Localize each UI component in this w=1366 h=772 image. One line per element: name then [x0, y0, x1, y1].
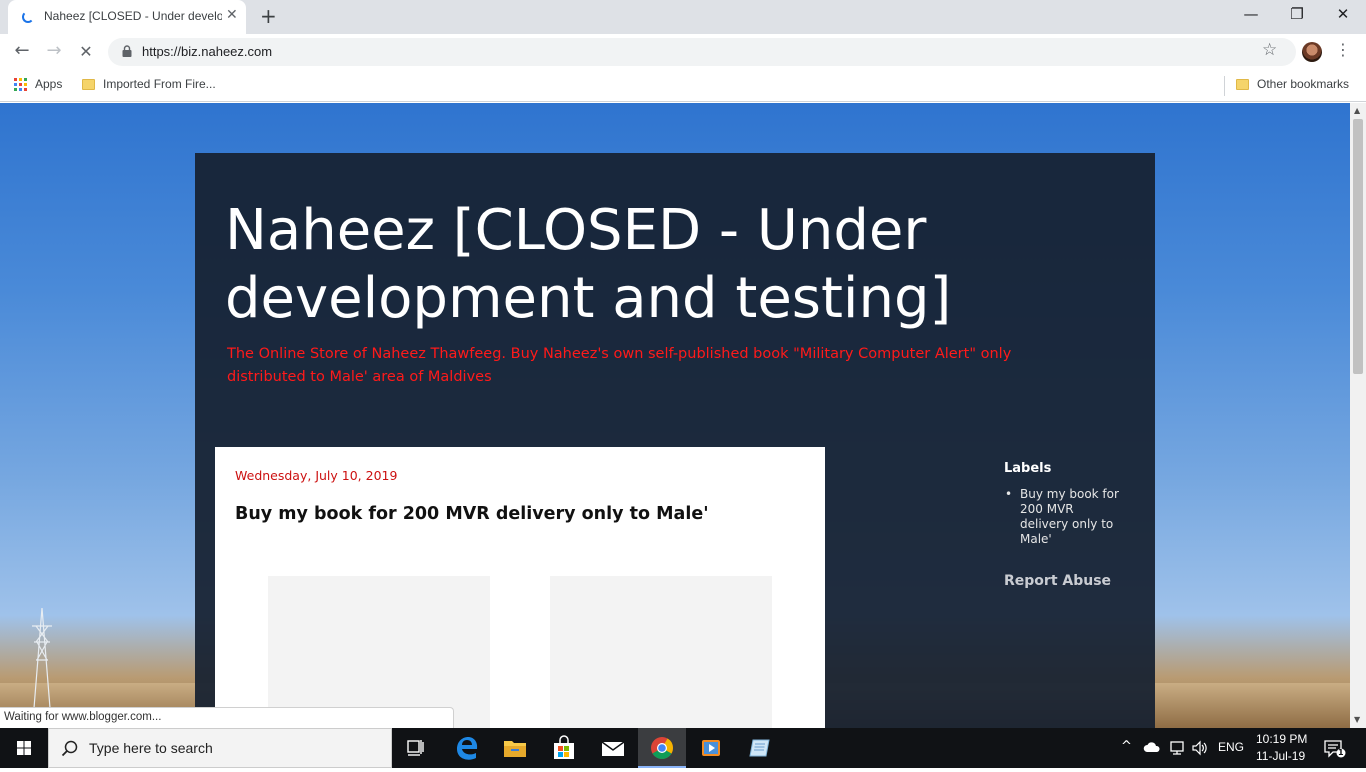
notification-count-badge: 1: [1338, 748, 1344, 757]
browser-toolbar: ← → ✕ https://biz.naheez.com: [0, 34, 1366, 70]
blog-container: Naheez [CLOSED - Under development and t…: [195, 153, 1155, 728]
mail-button[interactable]: [589, 728, 637, 768]
blog-title[interactable]: Naheez [CLOSED - Under development and t…: [225, 197, 985, 333]
edge-taskbar-button[interactable]: [443, 728, 491, 768]
report-abuse-link[interactable]: Report Abuse: [1004, 573, 1111, 589]
chrome-icon: [651, 737, 673, 759]
tab-title: Naheez [CLOSED - Under develop: [44, 9, 222, 23]
media-player-button[interactable]: [687, 728, 735, 768]
tab-close-icon[interactable]: ✕: [226, 7, 238, 23]
task-view-button[interactable]: [392, 728, 440, 768]
bookmark-star-icon[interactable]: ☆: [1262, 40, 1277, 60]
windows-logo-icon: [17, 741, 31, 755]
labels-list: Buy my book for 200 MVR delivery only to…: [1004, 487, 1124, 547]
folder-icon: [82, 79, 95, 91]
chrome-menu-icon[interactable]: ⋮: [1335, 40, 1351, 59]
tab-strip: Naheez [CLOSED - Under develop ✕ + — ❐ ✕: [0, 0, 1366, 34]
bookmark-apps[interactable]: Apps: [14, 77, 63, 92]
notepad-icon: [749, 739, 770, 757]
bookmark-apps-label: Apps: [35, 77, 63, 91]
folder-icon: [504, 741, 526, 757]
post-image-placeholder[interactable]: [550, 576, 772, 728]
scroll-up-arrow-icon[interactable]: ▲: [1354, 106, 1360, 115]
address-bar[interactable]: https://biz.naheez.com: [108, 38, 1296, 66]
page-viewport: Naheez [CLOSED - Under development and t…: [0, 103, 1350, 728]
close-window-button[interactable]: ✕: [1320, 5, 1366, 23]
page-scrollbar[interactable]: ▲ ▼: [1350, 103, 1366, 728]
chrome-taskbar-button[interactable]: [638, 728, 686, 768]
post-date: Wednesday, July 10, 2019: [235, 468, 398, 483]
restore-button[interactable]: ❐: [1274, 5, 1320, 23]
bookmark-other-label: Other bookmarks: [1257, 77, 1350, 91]
blog-description: The Online Store of Naheez Thawfeeg. Buy…: [227, 346, 1012, 385]
forward-button[interactable]: →: [42, 40, 66, 61]
onedrive-icon[interactable]: [1143, 741, 1161, 753]
lock-icon: [122, 45, 132, 57]
post-title[interactable]: Buy my book for 200 MVR delivery only to…: [235, 504, 709, 524]
file-explorer-button[interactable]: [491, 728, 539, 768]
scroll-thumb[interactable]: [1353, 119, 1363, 374]
search-icon: [61, 740, 78, 757]
volume-icon[interactable]: [1191, 740, 1209, 756]
input-language[interactable]: ENG: [1218, 740, 1244, 754]
tray-chevron-icon[interactable]: ^: [1121, 739, 1132, 754]
post-image-placeholder[interactable]: [268, 576, 490, 728]
task-view-icon: [407, 740, 424, 756]
start-button[interactable]: [0, 728, 48, 768]
edge-icon: [457, 737, 478, 760]
store-button[interactable]: [540, 728, 588, 768]
taskbar-search-box[interactable]: Type here to search: [48, 728, 392, 768]
store-bag-icon: [554, 735, 574, 759]
stop-loading-button[interactable]: ✕: [74, 42, 98, 61]
new-tab-button[interactable]: +: [260, 4, 277, 28]
apps-grid-icon: [14, 78, 27, 92]
minimize-button[interactable]: —: [1228, 5, 1274, 23]
back-button[interactable]: ←: [10, 40, 34, 61]
url-text[interactable]: https://biz.naheez.com: [142, 44, 272, 59]
bookmark-imported-label: Imported From Fire...: [103, 77, 216, 91]
media-player-icon: [702, 740, 720, 756]
label-link[interactable]: Buy my book for 200 MVR delivery only to…: [1004, 487, 1124, 547]
bookmark-other-folder[interactable]: Other bookmarks: [1236, 77, 1349, 91]
windows-taskbar: Type here to search ^ ENG 10:19 PM 11-Ju…: [0, 728, 1366, 768]
bookmark-divider: [1224, 76, 1225, 96]
clock-time[interactable]: 10:19 PM: [1256, 732, 1307, 746]
scroll-down-arrow-icon[interactable]: ▼: [1354, 715, 1360, 724]
power-pylon-graphic: [32, 608, 52, 708]
mail-icon: [601, 741, 625, 756]
bookmarks-bar: Apps Imported From Fire... Other bookmar…: [0, 70, 1366, 102]
search-placeholder: Type here to search: [89, 740, 213, 756]
loading-spinner-icon: [22, 11, 34, 23]
post-card: Wednesday, July 10, 2019 Buy my book for…: [215, 447, 825, 728]
tab-active[interactable]: Naheez [CLOSED - Under develop ✕: [8, 0, 246, 34]
app-taskbar-button[interactable]: [736, 728, 784, 768]
folder-icon: [1236, 79, 1249, 91]
network-icon[interactable]: [1168, 740, 1186, 756]
profile-avatar[interactable]: [1302, 42, 1322, 62]
bookmark-imported-folder[interactable]: Imported From Fire...: [82, 77, 216, 91]
labels-heading: Labels: [1004, 461, 1052, 476]
clock-date[interactable]: 11-Jul-19: [1256, 749, 1305, 763]
status-bubble: Waiting for www.blogger.com...: [0, 707, 454, 728]
status-text: Waiting for www.blogger.com...: [4, 711, 162, 723]
